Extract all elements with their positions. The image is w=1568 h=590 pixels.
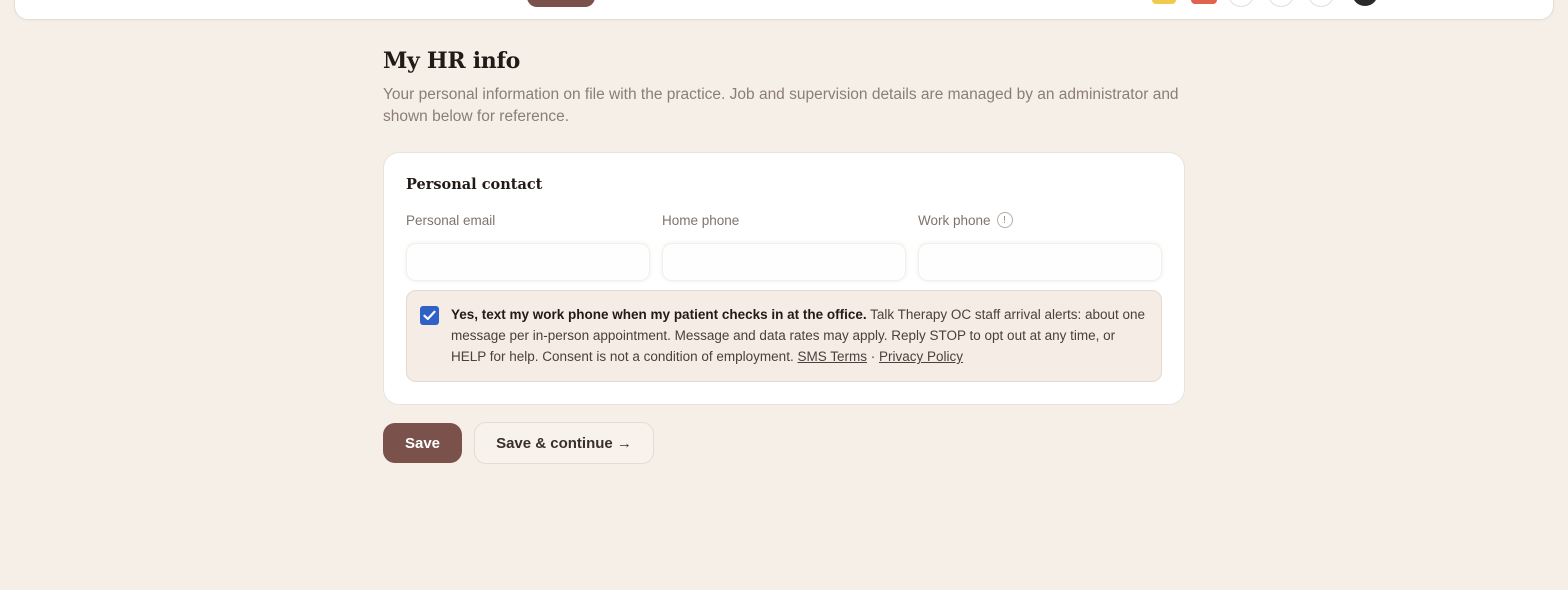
save-button[interactable]: Save [383, 423, 462, 463]
avatar[interactable] [1352, 0, 1378, 6]
personal-contact-card: Personal contact Personal email Home pho… [383, 152, 1185, 405]
work-phone-input[interactable] [918, 243, 1162, 281]
personal-email-input[interactable] [406, 243, 650, 281]
home-phone-label: Home phone [662, 212, 740, 228]
personal-email-field: Personal email [406, 211, 650, 281]
info-icon[interactable]: ! [996, 212, 1013, 228]
status-chip-red[interactable] [1191, 0, 1217, 4]
page-title: My HR info [383, 48, 521, 74]
sms-consent-box: Yes, text my work phone when my patient … [406, 290, 1162, 382]
nav-icon-button[interactable] [1308, 0, 1334, 7]
sms-consent-checkbox[interactable] [420, 306, 439, 325]
nav-icon-button[interactable] [1268, 0, 1294, 7]
link-separator: · [870, 349, 876, 364]
home-phone-field: Home phone [662, 211, 906, 281]
page-header: My HR info Your personal information on … [383, 48, 1185, 128]
save-continue-button[interactable]: Save & continue → [474, 422, 654, 464]
nav-active-tab[interactable] [527, 0, 595, 7]
work-phone-label: Work phone ! [918, 211, 1162, 229]
home-phone-input[interactable] [662, 243, 906, 281]
nav-icon-button[interactable] [1228, 0, 1254, 7]
sms-consent-text: Yes, text my work phone when my patient … [451, 304, 1147, 367]
personal-email-label: Personal email [406, 212, 496, 228]
checkmark-icon [423, 310, 436, 321]
status-chip-yellow[interactable] [1152, 0, 1176, 4]
consent-bold-text: Yes, text my work phone when my patient … [451, 307, 867, 322]
page-subtitle: Your personal information on file with t… [383, 86, 1179, 125]
privacy-policy-link[interactable]: Privacy Policy [879, 349, 963, 364]
top-nav-bar [14, 0, 1554, 20]
sms-terms-link[interactable]: SMS Terms [797, 349, 867, 364]
card-title: Personal contact [406, 176, 543, 193]
work-phone-field: Work phone ! [918, 211, 1162, 281]
